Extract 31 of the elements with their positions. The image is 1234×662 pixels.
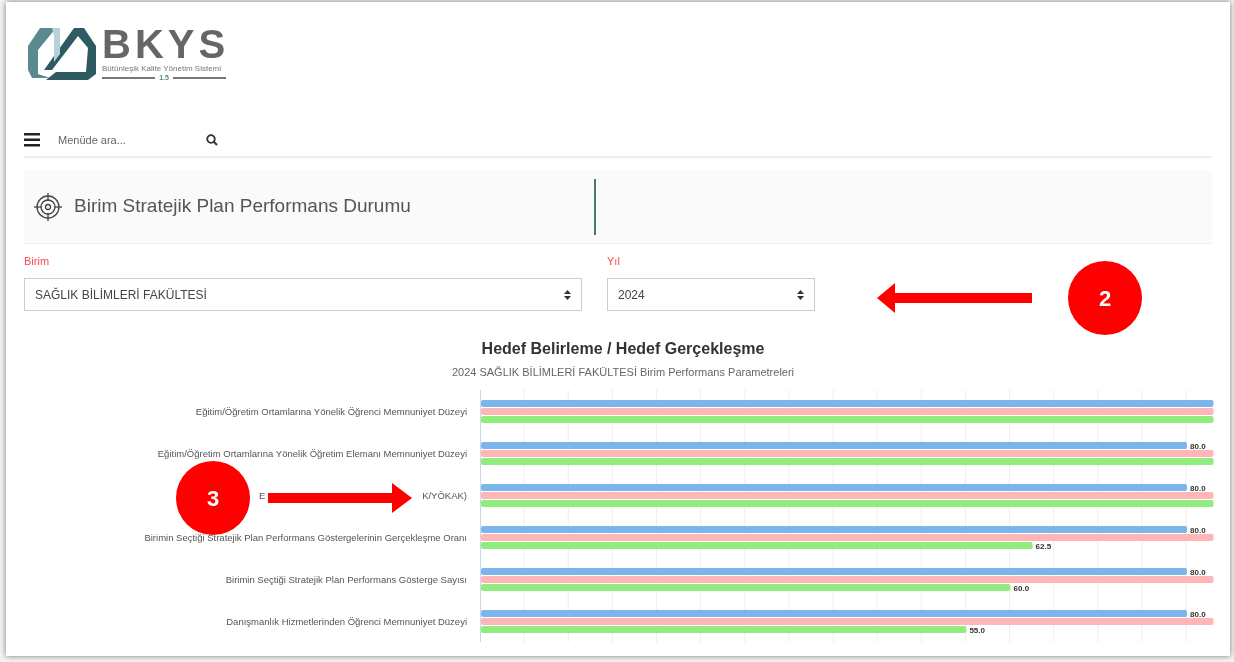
axis-label: Eğitim/Öğretim Ortamlarına Yönelik Öğrenci Memnuniyet Düzeyi — [195, 404, 467, 419]
axis-label: Eğitim/Öğretim Ortamlarına Yönelik Öğretim Elemanı Memnuniyet Düzeyi — [157, 446, 467, 461]
dropdown-select[interactable]: SAĞLIK BİLİMLERİ FAKÜLTESİ — [24, 278, 582, 311]
dropdown-select[interactable]: 2024 — [607, 278, 815, 311]
axis-label: Birimin Seçtiği Stratejik Plan Performans Gösterge Sayısı — [225, 572, 467, 587]
data-label: 80.0 — [1190, 610, 1206, 619]
chart-subtitle: 2024 SAĞLIK BİLİMLERİ FAKÜLTESİ Birim Performans Parametreleri — [451, 365, 795, 380]
page-title: Birim Stratejik Plan Performans Durumu — [74, 194, 411, 219]
data-label: 60.0 — [1013, 584, 1030, 593]
axis-label: E — [259, 488, 266, 503]
menu-icon[interactable] — [24, 133, 40, 147]
search-icon[interactable] — [206, 134, 218, 146]
axis-label: K/YÖKAK) — [422, 488, 467, 503]
data-label: 55.0 — [969, 626, 985, 635]
logo-wordmark: BKYS — [102, 24, 230, 64]
menu-search-field[interactable]: Menüde ara... — [58, 131, 188, 149]
axis-label: Danışmanlık Hizmetlerinden Öğrenci Memnuniyet Düzeyi — [226, 614, 467, 629]
arrow-left-icon — [877, 283, 1032, 313]
sort-caret-icon — [564, 289, 571, 300]
field-label: Birim — [24, 254, 51, 268]
data-label: 80.0 — [1190, 568, 1206, 577]
arrow-right-icon — [268, 483, 412, 513]
data-label: 62.5 — [1035, 542, 1052, 551]
chart-title: Hedef Belirleme / Hedef Gerçekleşme — [481, 339, 765, 359]
data-label: 80.0 — [1190, 484, 1206, 493]
target-icon — [34, 192, 62, 221]
data-label: 80.0 — [1190, 442, 1206, 451]
sort-caret-icon — [797, 289, 804, 300]
field-label: Yıl — [607, 254, 621, 268]
logo-tagline: Bütünleşik Kalite Yönetim Sistemi — [102, 64, 222, 74]
data-label: 80.0 — [1190, 526, 1206, 535]
